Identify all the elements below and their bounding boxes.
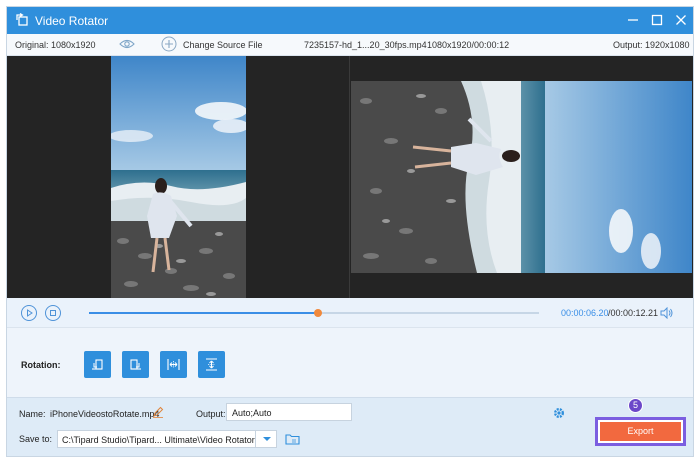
rotate-left-button[interactable] xyxy=(84,351,111,378)
rotate-app-icon xyxy=(16,13,28,26)
play-button[interactable] xyxy=(21,305,37,321)
stop-icon xyxy=(50,310,56,316)
name-label: Name: xyxy=(19,409,46,419)
progress-fill xyxy=(89,312,318,314)
app-window: Video Rotator Original: 1080x1920 Change… xyxy=(6,6,694,457)
playback-bar: 00:00:06.20 /00:00:12.21 xyxy=(7,298,693,328)
maximize-button[interactable] xyxy=(647,11,667,29)
output-settings-panel: Name: iPhoneVideostoRotate.mp4 Output: A… xyxy=(7,397,693,456)
output-resolution: Output: 1920x1080 xyxy=(613,40,690,50)
original-video-frame xyxy=(111,56,246,298)
preview-divider xyxy=(349,56,350,298)
flip-horizontal-button[interactable] xyxy=(160,351,187,378)
flip-horizontal-icon xyxy=(167,359,180,370)
output-format-field[interactable]: Auto;Auto xyxy=(226,403,564,421)
close-button[interactable] xyxy=(671,11,691,29)
flip-vertical-icon xyxy=(206,358,217,371)
maximize-icon xyxy=(651,14,663,26)
original-video-preview xyxy=(111,56,246,298)
close-icon xyxy=(676,15,686,25)
play-icon xyxy=(27,309,33,317)
source-file-name: 7235157-hd_1...20_30fps.mp4 xyxy=(304,40,427,50)
original-resolution: Original: 1080x1920 xyxy=(15,40,96,50)
output-video-frame xyxy=(351,81,692,273)
total-time: /00:00:12.21 xyxy=(608,308,659,318)
export-highlight: Export xyxy=(595,417,686,446)
rotate-right-button[interactable] xyxy=(122,351,149,378)
window-title: Video Rotator xyxy=(35,14,109,28)
rotation-section: Rotation: xyxy=(7,329,693,397)
change-source-file-link[interactable]: Change Source File xyxy=(183,40,263,50)
eye-icon[interactable] xyxy=(119,38,135,50)
export-button[interactable]: Export xyxy=(600,422,681,441)
save-path-dropdown[interactable] xyxy=(255,431,277,447)
rotate-left-icon xyxy=(92,359,103,370)
progress-thumb[interactable] xyxy=(313,309,322,317)
gear-icon[interactable] xyxy=(553,407,565,419)
save-to-label: Save to: xyxy=(19,434,53,444)
volume-icon[interactable] xyxy=(660,307,674,319)
step-badge: 5 xyxy=(628,398,643,413)
output-file-name: iPhoneVideostoRotate.mp4 xyxy=(50,409,160,419)
source-file-meta: 1080x1920/00:00:12 xyxy=(427,40,510,50)
output-label: Output: xyxy=(196,409,226,419)
flip-vertical-button[interactable] xyxy=(198,351,225,378)
output-video-preview xyxy=(351,81,692,273)
save-path-value: C:\Tipard Studio\Tipard... Ultimate\Vide… xyxy=(62,435,255,445)
save-path-field[interactable]: C:\Tipard Studio\Tipard... Ultimate\Vide… xyxy=(57,430,277,448)
add-circle-icon[interactable] xyxy=(161,36,177,52)
chevron-down-icon xyxy=(263,437,271,441)
video-preview-area xyxy=(7,56,693,298)
rotation-label: Rotation: xyxy=(21,360,61,370)
info-bar: Original: 1080x1920 Change Source File 7… xyxy=(7,34,693,56)
edit-icon[interactable] xyxy=(152,406,164,418)
progress-slider[interactable] xyxy=(89,309,539,317)
title-bar: Video Rotator xyxy=(7,7,693,34)
rotate-right-icon xyxy=(130,359,141,370)
minimize-button[interactable] xyxy=(623,11,643,29)
current-time: 00:00:06.20 xyxy=(561,308,609,318)
minimize-icon xyxy=(628,19,638,21)
output-format-value: Auto;Auto xyxy=(232,408,272,418)
folder-icon[interactable] xyxy=(285,433,300,445)
stop-button[interactable] xyxy=(45,305,61,321)
